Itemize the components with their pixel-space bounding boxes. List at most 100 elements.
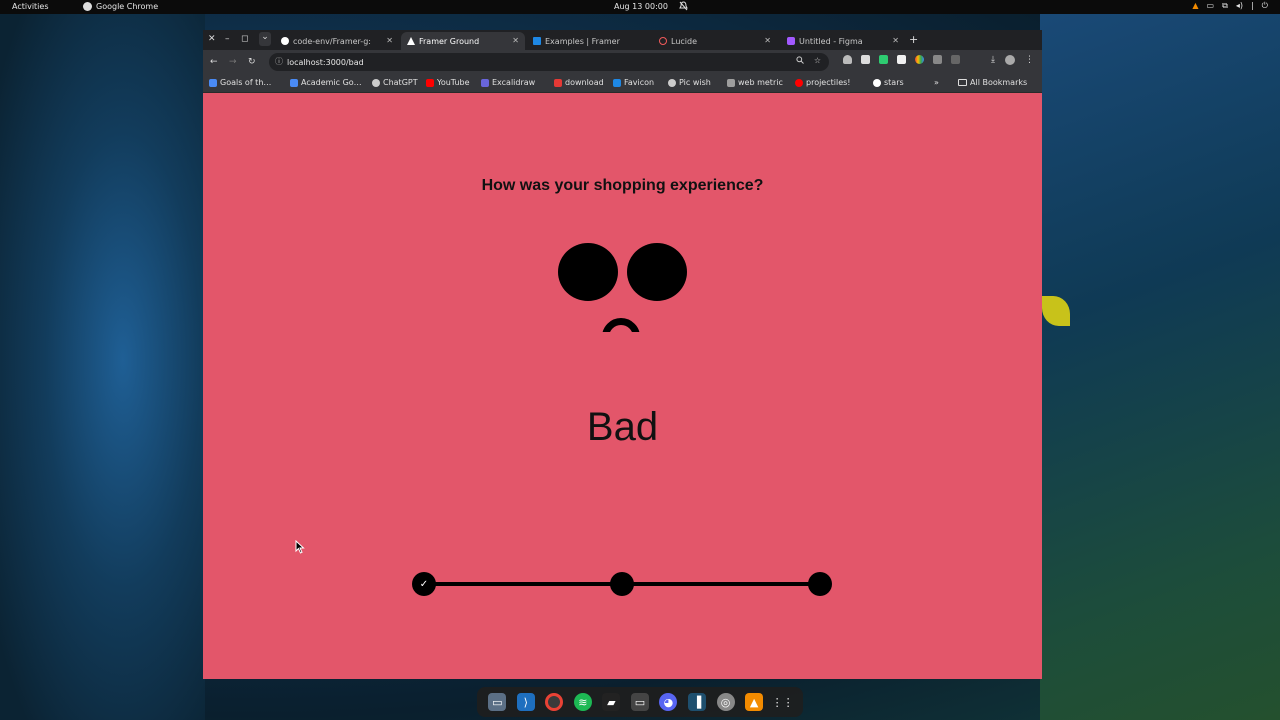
bookmark-excalidraw[interactable]: Excalidraw	[481, 78, 535, 87]
focused-app-indicator[interactable]: Google Chrome	[83, 2, 158, 11]
favicon-icon	[613, 78, 621, 87]
github-icon	[873, 78, 881, 87]
reload-button[interactable]: ↻	[248, 57, 256, 67]
tab-label: Framer Ground	[419, 36, 480, 46]
vlc-dock-icon[interactable]: ▲	[745, 693, 764, 711]
shield-extension-icon[interactable]	[843, 55, 852, 64]
survey-question: How was your shopping experience?	[481, 177, 764, 194]
clock[interactable]: Aug 13 00:00	[614, 2, 668, 11]
vscode-icon[interactable]: ⟩	[516, 693, 535, 711]
tab-close-icon[interactable]: ✕	[512, 36, 519, 45]
bookmark-star-icon[interactable]: ☆	[814, 56, 821, 66]
tab-label: Examples | Framer	[545, 36, 620, 46]
chrome-menu-icon[interactable]: ⋮	[1025, 55, 1034, 65]
address-bar[interactable]: ⓘ localhost:3000/bad ☆	[269, 53, 829, 71]
volume-icon[interactable]: ◂)	[1236, 1, 1243, 11]
tab-close-icon[interactable]: ✕	[386, 36, 393, 45]
notes-extension-icon[interactable]	[897, 55, 906, 64]
window-close-icon[interactable]: ✕	[208, 34, 216, 44]
focused-app-name: Google Chrome	[96, 2, 159, 11]
activities-button[interactable]: Activities	[12, 2, 49, 11]
tab-search-chevron-icon[interactable]: ⌄	[259, 32, 271, 46]
tab-close-icon[interactable]: ✕	[764, 36, 771, 45]
bookmark-chatgpt[interactable]: ChatGPT	[372, 78, 418, 87]
face-left-eye	[558, 243, 618, 301]
projectiles-icon	[795, 78, 803, 87]
terminal-app-icon[interactable]: ▰	[602, 693, 621, 711]
zoom-icon[interactable]	[796, 56, 804, 66]
tab-label: code-env/Framer-g:	[293, 36, 371, 46]
chatgpt-icon	[372, 78, 380, 87]
tab-code-env[interactable]: code-env/Framer-g: ✕	[275, 32, 399, 50]
power-icon[interactable]: ⏻	[1262, 1, 1268, 11]
web-metric-icon	[727, 78, 735, 87]
bookmark-academic[interactable]: Academic Go…	[290, 78, 362, 87]
folder-icon	[958, 79, 967, 86]
window-maximize-icon[interactable]: ◻	[241, 34, 248, 44]
all-bookmarks-button[interactable]: All Bookmarks	[958, 78, 1027, 87]
back-button[interactable]: ←	[210, 57, 218, 67]
bookmark-picwish[interactable]: Pic wish	[668, 78, 711, 87]
chrome-dock-icon[interactable]	[545, 693, 564, 711]
puzzle-extensions-icon[interactable]	[951, 55, 960, 64]
youtube-icon	[426, 78, 434, 87]
figma-icon	[787, 37, 795, 45]
face-frown-mouth	[602, 318, 640, 332]
tab-examples-framer[interactable]: Examples | Framer	[527, 32, 651, 50]
tab-lucide[interactable]: Lucide ✕	[653, 32, 777, 50]
desktop-wallpaper-right	[1040, 0, 1280, 720]
obs-icon[interactable]: ◎	[716, 693, 735, 711]
tab-label: Lucide	[671, 36, 698, 46]
camera-extension-icon[interactable]	[861, 55, 870, 64]
bookmark-youtube[interactable]: YouTube	[426, 78, 470, 87]
extensions-bar	[843, 55, 960, 64]
green-extension-icon[interactable]	[879, 55, 888, 64]
dock: ▭ ⟩ ≋ ▰ ▭ ◕ ▐ ◎ ▲ ⋮⋮	[477, 687, 803, 717]
tab-framer-ground[interactable]: Framer Ground ✕	[401, 32, 525, 50]
github-icon	[281, 37, 289, 45]
vlc-tray-icon[interactable]: ▲	[1192, 1, 1198, 11]
color-extension-icon[interactable]	[915, 55, 924, 64]
download-icon[interactable]: ⤓	[991, 55, 995, 65]
tab-strip: ✕ – ◻ ⌄ code-env/Framer-g: ✕ Framer Grou…	[203, 30, 1042, 50]
grid-extension-icon[interactable]	[933, 55, 942, 64]
show-apps-icon[interactable]: ⋮⋮	[772, 693, 794, 711]
tab-close-icon[interactable]: ✕	[892, 36, 899, 45]
notifications-muted-icon	[679, 1, 688, 13]
rating-label: Bad	[586, 405, 659, 449]
chrome-icon	[83, 2, 92, 11]
rating-step-okay[interactable]	[610, 572, 634, 596]
system-tray[interactable]: ▲ ▭ ⧉ ◂) | ⏻	[1192, 1, 1268, 11]
excalidraw-icon	[481, 78, 489, 87]
bookmark-favicon[interactable]: Favicon	[613, 78, 654, 87]
microphone-icon[interactable]: |	[1251, 1, 1254, 11]
rating-step-bad[interactable]: ✓	[412, 572, 436, 596]
files-icon[interactable]: ▭	[488, 693, 507, 711]
docs-icon	[290, 78, 298, 87]
new-tab-button[interactable]: +	[909, 33, 918, 46]
bookmark-web-metric[interactable]: web metric	[727, 78, 783, 87]
bookmark-stars[interactable]: stars	[873, 78, 904, 87]
bookmark-goals[interactable]: Goals of th…	[209, 78, 271, 87]
spotify-icon[interactable]: ≋	[573, 693, 592, 711]
tab-figma[interactable]: Untitled - Figma ✕	[781, 32, 905, 50]
face-right-eye	[627, 243, 687, 301]
editor-icon[interactable]: ▐	[687, 693, 706, 711]
profile-avatar[interactable]	[1005, 55, 1015, 65]
forward-button[interactable]: →	[229, 57, 237, 67]
address-url: localhost:3000/bad	[287, 57, 364, 67]
camera-icon[interactable]: ▭	[1207, 1, 1215, 11]
feedback-page: How was your shopping experience? Bad ✓	[203, 93, 1042, 679]
system-top-bar: Activities Google Chrome Aug 13 00:00 ▲ …	[0, 0, 1280, 14]
docs-icon	[209, 78, 217, 87]
bookmark-projectiles[interactable]: projectiles!	[795, 78, 851, 87]
bookmark-download[interactable]: download	[554, 78, 604, 87]
window-minimize-icon[interactable]: –	[225, 34, 230, 44]
bookmarks-overflow-button[interactable]: »	[934, 78, 939, 87]
site-info-icon[interactable]: ⓘ	[275, 56, 283, 67]
terminal-icon[interactable]: ▭	[630, 693, 649, 711]
discord-icon[interactable]: ◕	[659, 693, 678, 711]
network-icon[interactable]: ⧉	[1222, 1, 1228, 11]
tab-label: Untitled - Figma	[799, 36, 863, 46]
rating-step-good[interactable]	[808, 572, 832, 596]
